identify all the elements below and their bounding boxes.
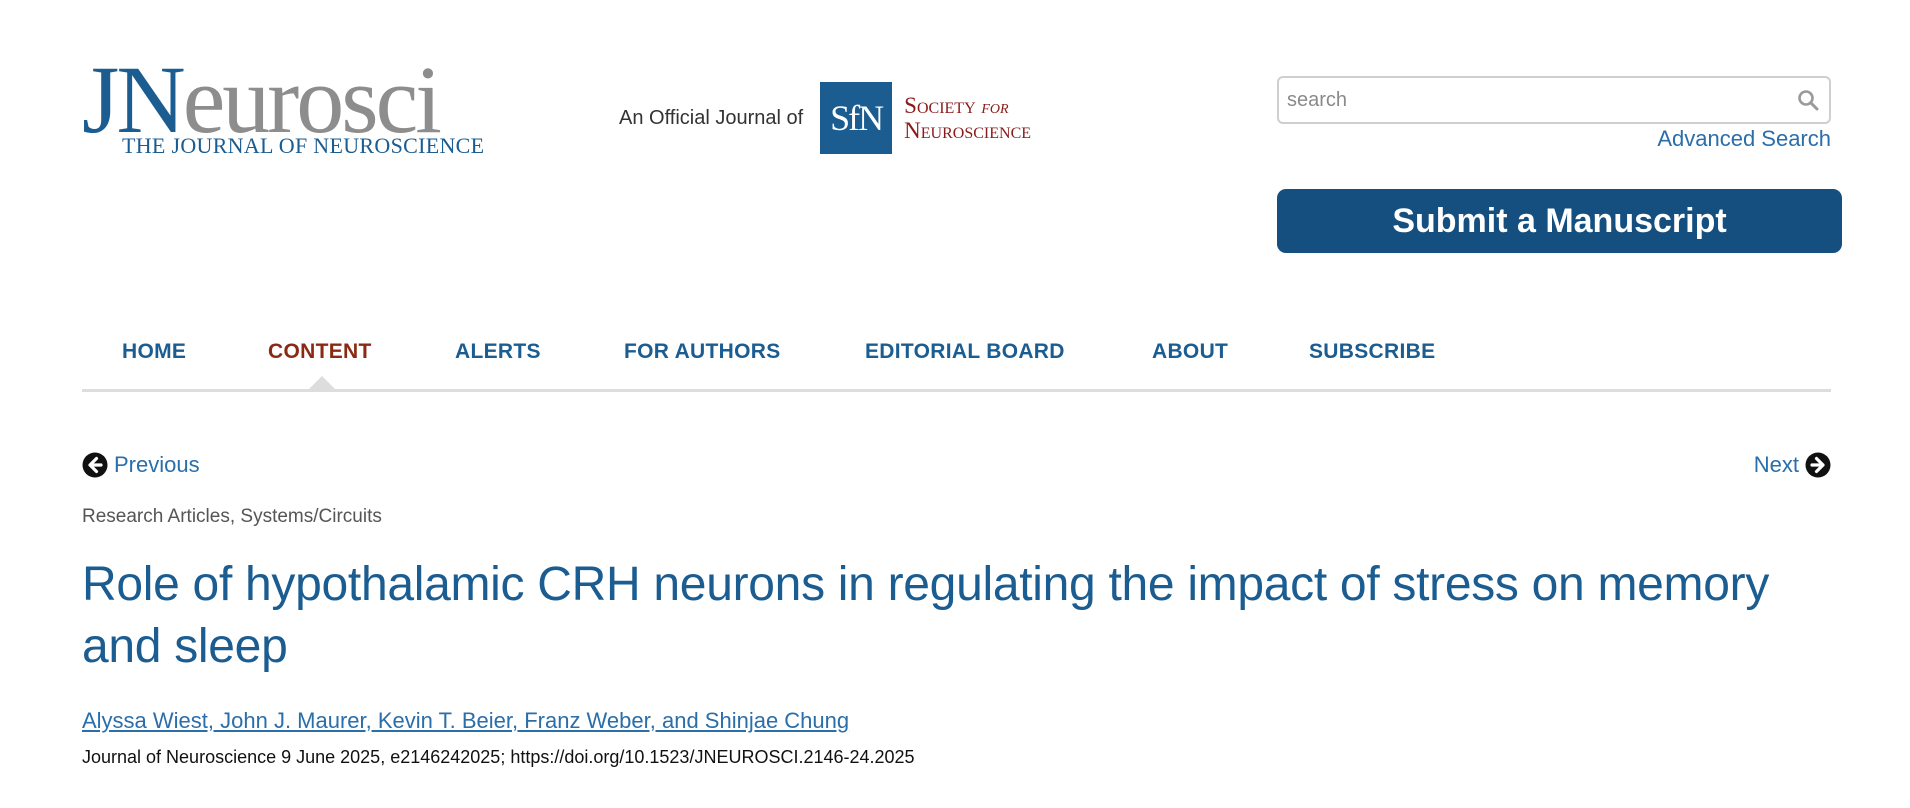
search-box [1277,76,1831,124]
previous-link[interactable]: Previous [82,451,200,479]
nav-item-editorial-board[interactable]: EDITORIAL BOARD [865,340,1065,364]
nav-item-content[interactable]: CONTENT [268,340,372,364]
arrow-left-circle-icon [82,452,108,478]
submit-manuscript-button[interactable]: Submit a Manuscript [1277,189,1842,253]
official-journal-label: An Official Journal of [619,106,804,129]
advanced-search-link[interactable]: Advanced Search [1657,126,1831,152]
previous-label: Previous [114,452,200,477]
society-word: Society [904,92,976,118]
nav-item-for-authors[interactable]: FOR AUTHORS [624,340,781,364]
article-citation: Journal of Neuroscience 9 June 2025, e21… [82,747,915,767]
society-line2: Neuroscience [904,117,1032,143]
official-journal-banner: An Official Journal of SfN Society for N… [619,82,1031,154]
society-line1: Society for [904,92,1031,119]
article-title: Role of hypothalamic CRH neurons in regu… [82,558,1770,673]
society-for-word: for [981,95,1009,118]
next-label: Next [1753,452,1799,477]
arrow-right-circle-icon [1805,452,1831,478]
main-nav: HOME CONTENT ALERTS FOR AUTHORS EDITORIA… [82,334,1831,392]
sfn-logo-mark[interactable]: SfN [820,82,893,154]
page: JNeurosci THE JOURNAL OF NEUROSCIENCE An… [82,0,1842,808]
nav-item-subscribe[interactable]: SUBSCRIBE [1309,340,1435,364]
logo-j: J [82,46,119,153]
nav-item-about[interactable]: ABOUT [1152,340,1228,364]
search-icon[interactable] [1797,89,1819,111]
nav-item-alerts[interactable]: ALERTS [455,340,541,364]
jneurosci-logo[interactable]: JNeurosci THE JOURNAL OF NEUROSCIENCE [82,52,484,162]
search-input[interactable] [1279,78,1829,122]
nav-item-home[interactable]: HOME [122,340,186,364]
article-authors[interactable]: Alyssa Wiest, John J. Maurer, Kevin T. B… [82,708,849,734]
society-for-neuroscience-logo[interactable]: Society for Neuroscience [904,92,1032,143]
next-link[interactable]: Next [1754,451,1831,479]
logo-subtitle: THE JOURNAL OF NEUROSCIENCE [122,133,485,158]
article-section-label: Research Articles, Systems/Circuits [82,506,382,527]
active-nav-indicator [308,376,336,390]
